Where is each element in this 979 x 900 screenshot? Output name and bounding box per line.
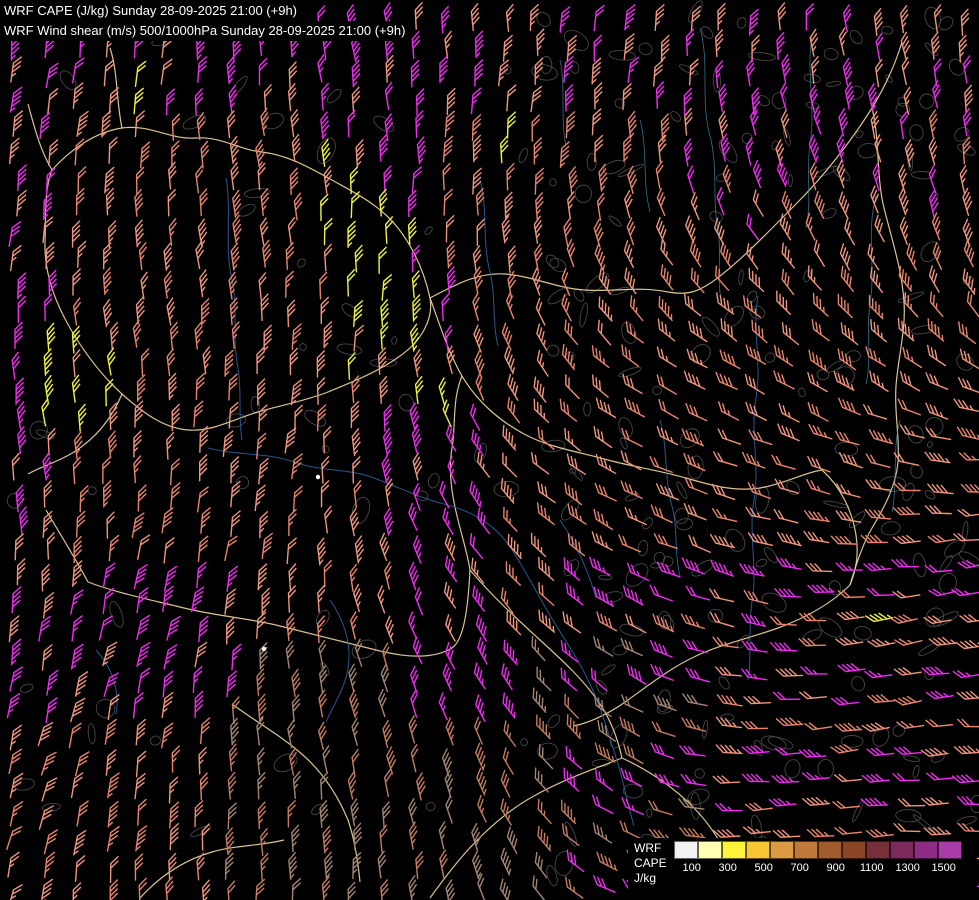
header-line-1: WRF CAPE (J/kg) Sunday 28-09-2025 21:00 … xyxy=(2,1,301,21)
legend-tick-label: 1300 xyxy=(890,862,926,874)
header-line-2: WRF Wind shear (m/s) 500/1000hPa Sunday … xyxy=(2,21,409,41)
legend-colorbar xyxy=(674,841,962,859)
legend-swatch xyxy=(866,841,890,859)
legend-swatch xyxy=(698,841,722,859)
weather-map xyxy=(0,0,979,900)
map-background xyxy=(0,0,979,900)
legend-swatch xyxy=(914,841,938,859)
weather-map-page: WRF CAPE (J/kg) Sunday 28-09-2025 21:00 … xyxy=(0,0,979,900)
legend-tick-label: 900 xyxy=(818,862,854,874)
legend-swatch xyxy=(938,841,962,859)
legend-tick-label: 100 xyxy=(674,862,710,874)
legend-tick-label: 1100 xyxy=(854,862,890,874)
legend-tick-label: 500 xyxy=(746,862,782,874)
map-header: WRF CAPE (J/kg) Sunday 28-09-2025 21:00 … xyxy=(2,1,409,41)
legend-swatch xyxy=(770,841,794,859)
legend-swatch xyxy=(746,841,770,859)
legend-ticks: 100300500700900110013001500 xyxy=(674,862,962,874)
legend-variable-label: CAPE xyxy=(634,856,667,871)
legend-swatch xyxy=(794,841,818,859)
legend-swatch xyxy=(674,841,698,859)
legend-tick-label: 700 xyxy=(782,862,818,874)
city-marker xyxy=(262,647,266,651)
city-marker xyxy=(316,475,320,479)
legend-labels: WRF CAPE J/kg xyxy=(634,841,667,886)
legend-swatch xyxy=(818,841,842,859)
legend-units-label: J/kg xyxy=(634,871,667,886)
legend-colorbar-wrap: 100300500700900110013001500 xyxy=(674,841,962,874)
legend-tick-label: 300 xyxy=(710,862,746,874)
legend-swatch xyxy=(842,841,866,859)
legend-swatch xyxy=(890,841,914,859)
legend-swatch xyxy=(722,841,746,859)
legend: WRF CAPE J/kg 10030050070090011001300150… xyxy=(628,838,977,898)
legend-model-label: WRF xyxy=(634,841,667,856)
legend-tick-label: 1500 xyxy=(926,862,962,874)
